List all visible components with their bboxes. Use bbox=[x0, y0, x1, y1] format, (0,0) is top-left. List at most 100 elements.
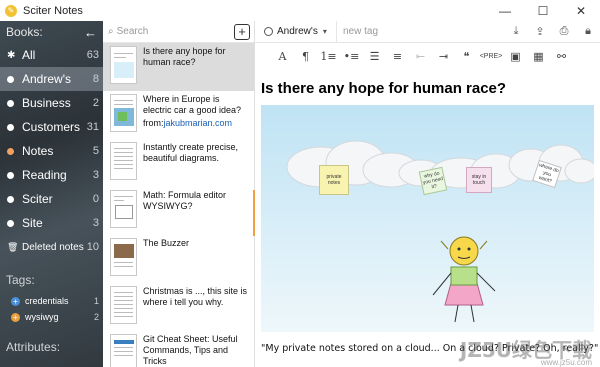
search-bar: ⌕ Search + bbox=[103, 21, 254, 43]
cloud-illustration: private notes why do you need it? stay i… bbox=[261, 105, 594, 332]
note-list-item[interactable]: Is there any hope for human race? bbox=[103, 43, 254, 91]
sidebar-item-customers[interactable]: Customers 31 bbox=[0, 115, 103, 139]
lock-icon[interactable]: 🔒︎ bbox=[576, 25, 600, 38]
maximize-button[interactable]: ☐ bbox=[524, 0, 562, 21]
download-icon[interactable]: ⤓ bbox=[504, 25, 528, 38]
search-input[interactable]: Search bbox=[117, 26, 149, 37]
window-title: Sciter Notes bbox=[23, 4, 83, 17]
export-icon[interactable]: ⇪ bbox=[528, 25, 552, 38]
book-count: 0 bbox=[92, 193, 99, 205]
books-heading: Books: bbox=[6, 25, 43, 39]
note-thumbnail bbox=[110, 142, 137, 180]
book-label: Notes bbox=[22, 144, 54, 158]
book-label: Deleted notes bbox=[22, 241, 84, 253]
sidebar-item-sciter[interactable]: Sciter 0 bbox=[0, 187, 103, 211]
sidebar-item-andrews[interactable]: Andrew's 8 bbox=[0, 67, 103, 91]
align-icon[interactable]: ≡ bbox=[386, 50, 409, 63]
table-icon[interactable]: ▦ bbox=[527, 50, 550, 63]
note-thumbnail bbox=[110, 286, 137, 324]
book-label: Customers bbox=[22, 120, 81, 134]
tag-label: credentials bbox=[25, 296, 69, 306]
note-thumbnail bbox=[110, 238, 137, 276]
note-title: The Buzzer bbox=[143, 238, 190, 248]
book-selector[interactable]: Andrew's ▾ bbox=[255, 20, 337, 43]
outdent-icon[interactable]: ⇤ bbox=[409, 50, 432, 63]
print-icon[interactable]: ⎙ bbox=[552, 25, 576, 38]
cloud-drawing bbox=[286, 140, 594, 323]
sidebar-item-deleted-notes[interactable]: 🗑 Deleted notes 10 bbox=[0, 235, 103, 259]
sidebar-item-notes[interactable]: Notes 5 bbox=[0, 139, 103, 163]
note-card: private notes bbox=[319, 165, 349, 195]
note-thumbnail bbox=[110, 190, 137, 228]
add-note-button[interactable]: + bbox=[234, 23, 250, 40]
checklist-icon[interactable]: ☰ bbox=[363, 50, 386, 63]
close-button[interactable]: ✕ bbox=[562, 0, 600, 21]
note-list-item[interactable]: The Buzzer bbox=[103, 235, 254, 283]
note-list-item[interactable]: Git Cheat Sheet: Useful Commands, Tips a… bbox=[103, 331, 254, 367]
book-dot-icon bbox=[7, 75, 14, 83]
pre-button[interactable]: <PRE> bbox=[478, 53, 504, 60]
book-label: All bbox=[22, 48, 36, 62]
sidebar-item-site[interactable]: Site 3 bbox=[0, 211, 103, 235]
note-title: Christmas is ..., this site is where i t… bbox=[143, 286, 248, 307]
document-title: Is there any hope for human race? bbox=[261, 80, 507, 97]
tag-plus-icon: + bbox=[11, 296, 20, 306]
sidebar-item-all[interactable]: ✱ All 63 bbox=[0, 43, 103, 67]
note-thumbnail bbox=[110, 46, 137, 84]
note-thumbnail bbox=[110, 94, 137, 132]
title-bar: ✎ Sciter Notes — ☐ ✕ bbox=[0, 0, 600, 21]
sidebar-item-business[interactable]: Business 2 bbox=[0, 91, 103, 115]
book-count: 8 bbox=[92, 73, 99, 85]
note-title: Math: Formula editor WYSIWYG? bbox=[143, 190, 227, 211]
back-arrow-icon[interactable]: ← bbox=[84, 25, 97, 40]
chevron-down-icon: ▾ bbox=[322, 27, 327, 36]
tag-count: 2 bbox=[93, 312, 99, 322]
star-icon: ✱ bbox=[7, 49, 16, 61]
minimize-button[interactable]: — bbox=[486, 0, 524, 21]
book-count: 31 bbox=[86, 121, 99, 133]
note-list-item[interactable]: Where in Europe is electric car a good i… bbox=[103, 91, 254, 139]
tag-item-wysiwyg[interactable]: + wysiwyg 2 bbox=[0, 309, 103, 325]
tag-plus-icon: + bbox=[11, 312, 20, 322]
document-area[interactable]: Is there any hope for human race? privat… bbox=[255, 68, 600, 367]
book-label: Business bbox=[22, 96, 71, 110]
note-list-item[interactable]: Instantly create precise, beautiful diag… bbox=[103, 139, 254, 187]
book-selector-value: Andrew's bbox=[277, 26, 318, 37]
book-label: Sciter bbox=[22, 192, 53, 206]
note-thumbnail bbox=[110, 334, 137, 367]
quote-icon[interactable]: ❝ bbox=[455, 50, 478, 63]
format-toolbar: A ¶ 1≡ •≡ ☰ ≡ ⇤ ⇥ ❝ <PRE> ▣ ▦ ⚯ bbox=[255, 44, 600, 68]
note-list: ⌕ Search + Is there any hope for human r… bbox=[103, 21, 255, 367]
tags-heading: Tags: bbox=[6, 273, 35, 287]
book-count: 2 bbox=[92, 97, 99, 109]
sidebar: Books: ← ✱ All 63 Andrew's 8 Business 2 … bbox=[0, 21, 103, 367]
image-icon[interactable]: ▣ bbox=[504, 50, 527, 63]
editor-header: Andrew's ▾ new tag ⤓ ⇪ ⎙ 🔒︎ bbox=[255, 20, 600, 43]
note-list-item[interactable]: Math: Formula editor WYSIWYG? bbox=[103, 187, 254, 235]
note-card: stay in touch bbox=[466, 167, 492, 193]
note-title: Is there any hope for human race? bbox=[143, 46, 226, 67]
book-label: Reading bbox=[22, 168, 67, 182]
note-list-item[interactable]: Christmas is ..., this site is where i t… bbox=[103, 283, 254, 331]
note-source-link[interactable]: jakubmarian.com bbox=[164, 118, 233, 128]
note-title: Where in Europe is electric car a good i… bbox=[143, 94, 242, 115]
ordered-list-icon[interactable]: 1≡ bbox=[317, 50, 340, 63]
indent-icon[interactable]: ⇥ bbox=[432, 50, 455, 63]
paragraph-icon[interactable]: ¶ bbox=[294, 50, 317, 63]
tag-item-credentials[interactable]: + credentials 1 bbox=[0, 293, 103, 309]
book-dot-icon bbox=[7, 147, 14, 155]
book-dot-icon bbox=[7, 99, 14, 107]
link-icon[interactable]: ⚯ bbox=[550, 50, 573, 63]
sidebar-item-reading[interactable]: Reading 3 bbox=[0, 163, 103, 187]
trash-icon: 🗑 bbox=[7, 241, 19, 252]
character-figure bbox=[432, 236, 496, 323]
book-dot-icon bbox=[7, 219, 14, 227]
app-logo-icon: ✎ bbox=[5, 4, 17, 17]
font-icon[interactable]: A bbox=[271, 50, 294, 63]
tag-label: wysiwyg bbox=[25, 312, 59, 322]
new-tag-input[interactable]: new tag bbox=[343, 26, 378, 37]
note-title: Instantly create precise, beautiful diag… bbox=[143, 142, 239, 163]
attributes-heading: Attributes: bbox=[6, 340, 61, 354]
book-radio-icon bbox=[264, 27, 273, 36]
unordered-list-icon[interactable]: •≡ bbox=[340, 50, 363, 63]
